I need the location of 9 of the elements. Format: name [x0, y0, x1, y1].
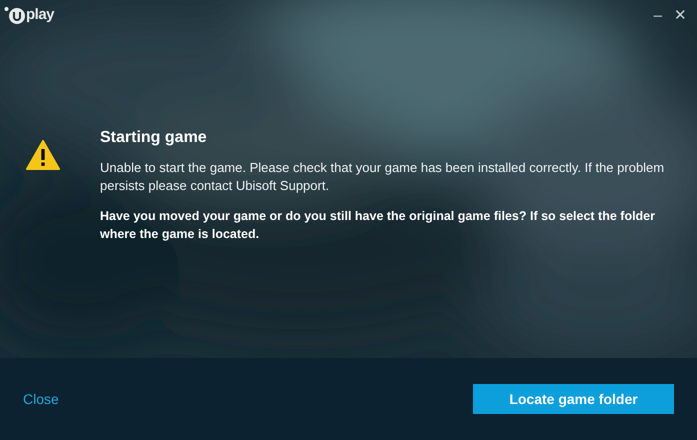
- question-text: Have you moved your game or do you still have the original game files? If so select the folder where the game is located.: [100, 208, 656, 244]
- dialog-title: Starting game: [100, 128, 208, 148]
- minimize-button[interactable]: –: [650, 8, 666, 23]
- logo-text: play: [26, 5, 54, 25]
- error-message: Unable to start the game. Please check that your game has been installed correctly. If the problem persists please contact Ubisoft Support.: [100, 159, 666, 196]
- warning-icon: [26, 140, 60, 170]
- logo-icon: [4, 5, 26, 26]
- close-button[interactable]: ✕: [670, 8, 691, 23]
- close-link[interactable]: Close: [23, 388, 59, 410]
